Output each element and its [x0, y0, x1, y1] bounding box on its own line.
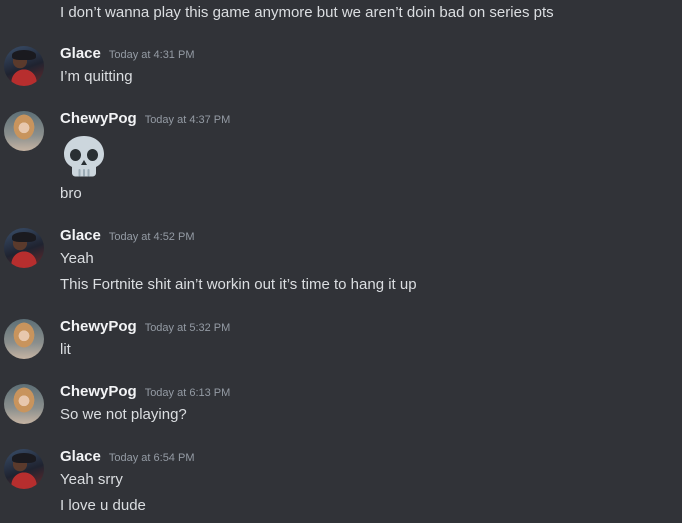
message-header: ChewyPog Today at 6:13 PM	[60, 383, 230, 405]
message-timestamp: Today at 6:13 PM	[144, 387, 231, 399]
message-text: So we not playing?	[60, 406, 187, 423]
message-text: Yeah srry	[60, 471, 123, 488]
author-name[interactable]: ChewyPog	[60, 383, 137, 400]
message-timestamp: Today at 5:32 PM	[144, 322, 231, 334]
avatar[interactable]	[4, 46, 44, 86]
avatar[interactable]	[4, 384, 44, 424]
avatar[interactable]	[4, 449, 44, 489]
message-timestamp: Today at 6:54 PM	[108, 452, 195, 464]
skull-emoji-icon[interactable]	[60, 133, 108, 181]
avatar[interactable]	[4, 111, 44, 151]
message-header: ChewyPog Today at 5:32 PM	[60, 318, 230, 340]
message-timestamp: Today at 4:31 PM	[108, 49, 195, 61]
author-name[interactable]: Glace	[60, 45, 101, 62]
author-name[interactable]: ChewyPog	[60, 318, 137, 335]
message-text: I love u dude	[60, 497, 146, 514]
message-timestamp: Today at 4:52 PM	[108, 231, 195, 243]
avatar[interactable]	[4, 228, 44, 268]
message-timestamp: Today at 4:37 PM	[144, 114, 231, 126]
avatar[interactable]	[4, 319, 44, 359]
message-text: I’m quitting	[60, 68, 133, 85]
message-header: Glace Today at 4:52 PM	[60, 227, 194, 249]
message-header: Glace Today at 6:54 PM	[60, 448, 194, 470]
message-header: Glace Today at 4:31 PM	[60, 45, 194, 67]
author-name[interactable]: Glace	[60, 227, 101, 244]
author-name[interactable]: Glace	[60, 448, 101, 465]
message-header: ChewyPog Today at 4:37 PM	[60, 110, 230, 132]
author-name[interactable]: ChewyPog	[60, 110, 137, 127]
message-text: I don’t wanna play this game anymore but…	[60, 4, 554, 21]
message-text: bro	[60, 185, 82, 202]
message-text: lit	[60, 341, 71, 358]
message-text: Yeah	[60, 250, 94, 267]
message-text: This Fortnite shit ain’t workin out it’s…	[60, 276, 417, 293]
chat-message-list: I don’t wanna play this game anymore but…	[0, 0, 682, 523]
